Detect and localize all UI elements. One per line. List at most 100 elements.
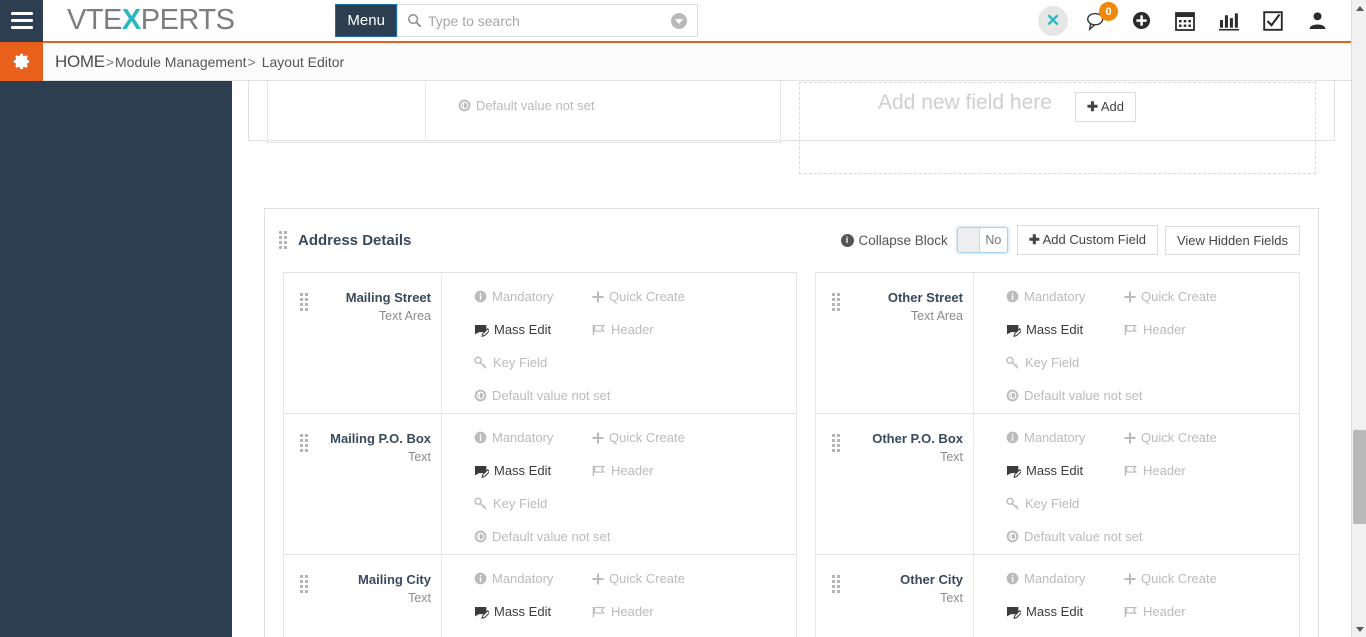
field-prop-header[interactable]: Header xyxy=(592,463,654,478)
field-label: Mailing Street xyxy=(345,290,431,305)
mass-edit-icon xyxy=(474,464,489,478)
field-row[interactable]: Other P.O. Box Text Mandatory Quick Create M… xyxy=(816,414,1299,555)
info-icon: i xyxy=(840,233,854,247)
field-type: Text xyxy=(408,591,431,605)
field-prop-mass-edit[interactable]: Mass Edit xyxy=(1006,322,1096,337)
field-prop-label: Key Field xyxy=(1025,496,1080,511)
field-prop-mandatory[interactable]: Mandatory xyxy=(1006,289,1096,304)
collapse-block-toggle[interactable]: No xyxy=(956,227,1008,253)
field-properties: Mass EditHeaderKey FieldDefault value no… xyxy=(426,81,780,142)
field-property-row: Mandatory Quick Create xyxy=(474,289,796,304)
view-hidden-fields-button[interactable]: View Hidden Fields xyxy=(1164,225,1300,255)
menu-button[interactable]: Menu xyxy=(335,4,397,37)
field-row[interactable]: Other City Text Mandatory Quick Create Mass … xyxy=(816,555,1299,637)
settings-gear-button[interactable] xyxy=(0,42,43,81)
breadcrumb-separator-2: > xyxy=(247,53,256,70)
drag-handle-icon[interactable] xyxy=(279,231,288,249)
field-row[interactable]: Mailing P.O. Box Text Mandatory Quick Creat… xyxy=(284,414,796,555)
field-prop-default-value[interactable]: Default value not set xyxy=(474,529,611,544)
field-prop-header[interactable]: Header xyxy=(1124,463,1186,478)
field-prop-mass-edit[interactable]: Mass Edit xyxy=(474,322,564,337)
add-circle-icon[interactable] xyxy=(1119,0,1163,42)
drag-handle-icon[interactable] xyxy=(300,293,309,311)
drag-handle-icon[interactable] xyxy=(300,575,309,593)
field-name-cell: Other P.O. Box Text xyxy=(816,414,974,554)
field-property-row: Default value not set xyxy=(1006,388,1299,403)
add-field-button[interactable]: ✚ Add xyxy=(1074,92,1136,122)
breadcrumb-module-management[interactable]: Module Management xyxy=(115,54,247,70)
field-prop-label: Mandatory xyxy=(1024,430,1086,445)
header-icon-group: ✕ 0 xyxy=(1031,0,1351,42)
user-icon[interactable] xyxy=(1295,0,1339,42)
field-prop-label: Header xyxy=(1143,322,1186,337)
field-prop-mandatory[interactable]: Mandatory xyxy=(474,430,564,445)
field-prop-mandatory[interactable]: Mandatory xyxy=(474,571,564,586)
tasks-icon[interactable] xyxy=(1251,0,1295,42)
field-prop-header[interactable]: Header xyxy=(1124,322,1186,337)
field-prop-quick-create[interactable]: Quick Create xyxy=(1124,289,1217,304)
field-prop-mass-edit[interactable]: Mass Edit xyxy=(1006,604,1096,619)
field-prop-key-field[interactable]: Key Field xyxy=(474,355,547,370)
drag-handle-icon[interactable] xyxy=(832,575,841,593)
field-prop-quick-create[interactable]: Quick Create xyxy=(592,289,685,304)
add-custom-field-button[interactable]: ✚ Add Custom Field xyxy=(1016,225,1158,255)
field-label: Other P.O. Box xyxy=(872,431,963,446)
default-icon xyxy=(458,99,471,112)
field-prop-header[interactable]: Header xyxy=(1124,604,1186,619)
field-row[interactable]: Mailing Street Text Area Mandatory Quick Cr… xyxy=(284,273,796,414)
block-left-column: DateDateMass EditHeaderKey FieldDefault … xyxy=(267,81,781,174)
drag-handle-icon[interactable] xyxy=(832,293,841,311)
chat-icon[interactable]: 0 xyxy=(1075,0,1119,42)
scroll-up-arrow[interactable] xyxy=(1352,0,1366,16)
global-search[interactable] xyxy=(396,4,698,37)
logo-text-x: X xyxy=(121,4,141,36)
field-prop-key-field[interactable]: Key Field xyxy=(474,496,547,511)
field-prop-mass-edit[interactable]: Mass Edit xyxy=(474,463,564,478)
mass-edit-icon xyxy=(474,605,489,619)
field-prop-default-value[interactable]: Default value not set xyxy=(474,388,611,403)
field-prop-mandatory[interactable]: Mandatory xyxy=(474,289,564,304)
page-scrollbar[interactable] xyxy=(1351,0,1366,637)
field-prop-mass-edit[interactable]: Mass Edit xyxy=(1006,463,1096,478)
field-prop-mandatory[interactable]: Mandatory xyxy=(1006,430,1096,445)
search-input[interactable] xyxy=(427,12,671,29)
breadcrumb-home[interactable]: HOME xyxy=(55,52,105,72)
hamburger-menu-button[interactable] xyxy=(0,0,43,42)
field-prop-quick-create[interactable]: Quick Create xyxy=(1124,430,1217,445)
field-row[interactable]: Mailing City Text Mandatory Quick Create Mas… xyxy=(284,555,796,637)
field-prop-label: Key Field xyxy=(1025,355,1080,370)
field-prop-quick-create[interactable]: Quick Create xyxy=(592,571,685,586)
field-prop-key-field[interactable]: Key Field xyxy=(1006,355,1079,370)
field-name-cell: Mailing Street Text Area xyxy=(284,273,442,413)
drag-handle-icon[interactable] xyxy=(300,434,309,452)
field-property-row: Mass Edit Header xyxy=(474,463,796,478)
scrollbar-thumb[interactable] xyxy=(1353,430,1366,524)
field-prop-default-value[interactable]: Default value not set xyxy=(458,98,595,113)
breadcrumb-bar: HOME > Module Management > Layout Editor xyxy=(0,42,1351,81)
analytics-icon[interactable] xyxy=(1207,0,1251,42)
field-row[interactable]: Other Street Text Area Mandatory Quick Crea… xyxy=(816,273,1299,414)
field-prop-mass-edit[interactable]: Mass Edit xyxy=(474,604,564,619)
field-prop-label: Mandatory xyxy=(492,430,554,445)
field-prop-header[interactable]: Header xyxy=(592,604,654,619)
plus-icon xyxy=(592,573,604,585)
flag-icon xyxy=(1124,606,1138,618)
field-prop-default-value[interactable]: Default value not set xyxy=(1006,529,1143,544)
field-prop-default-value[interactable]: Default value not set xyxy=(1006,388,1143,403)
calendar-icon[interactable] xyxy=(1163,0,1207,42)
vtexperts-logo-icon[interactable]: ✕ xyxy=(1031,0,1075,42)
field-prop-mandatory[interactable]: Mandatory xyxy=(1006,571,1096,586)
field-row[interactable]: DateDateMass EditHeaderKey FieldDefault … xyxy=(268,81,780,143)
scroll-down-arrow[interactable] xyxy=(1352,621,1366,637)
drag-handle-icon[interactable] xyxy=(832,434,841,452)
field-type: Text xyxy=(940,591,963,605)
add-new-field-dropzone[interactable]: Add new field here ✚ Add xyxy=(799,82,1316,174)
field-prop-quick-create[interactable]: Quick Create xyxy=(1124,571,1217,586)
info-icon xyxy=(1006,290,1019,303)
field-prop-label: Mass Edit xyxy=(494,322,552,337)
field-prop-key-field[interactable]: Key Field xyxy=(1006,496,1079,511)
field-prop-quick-create[interactable]: Quick Create xyxy=(592,430,685,445)
field-property-row: Mass Edit Header xyxy=(1006,463,1299,478)
field-prop-header[interactable]: Header xyxy=(592,322,654,337)
chevron-down-icon[interactable] xyxy=(670,12,687,29)
